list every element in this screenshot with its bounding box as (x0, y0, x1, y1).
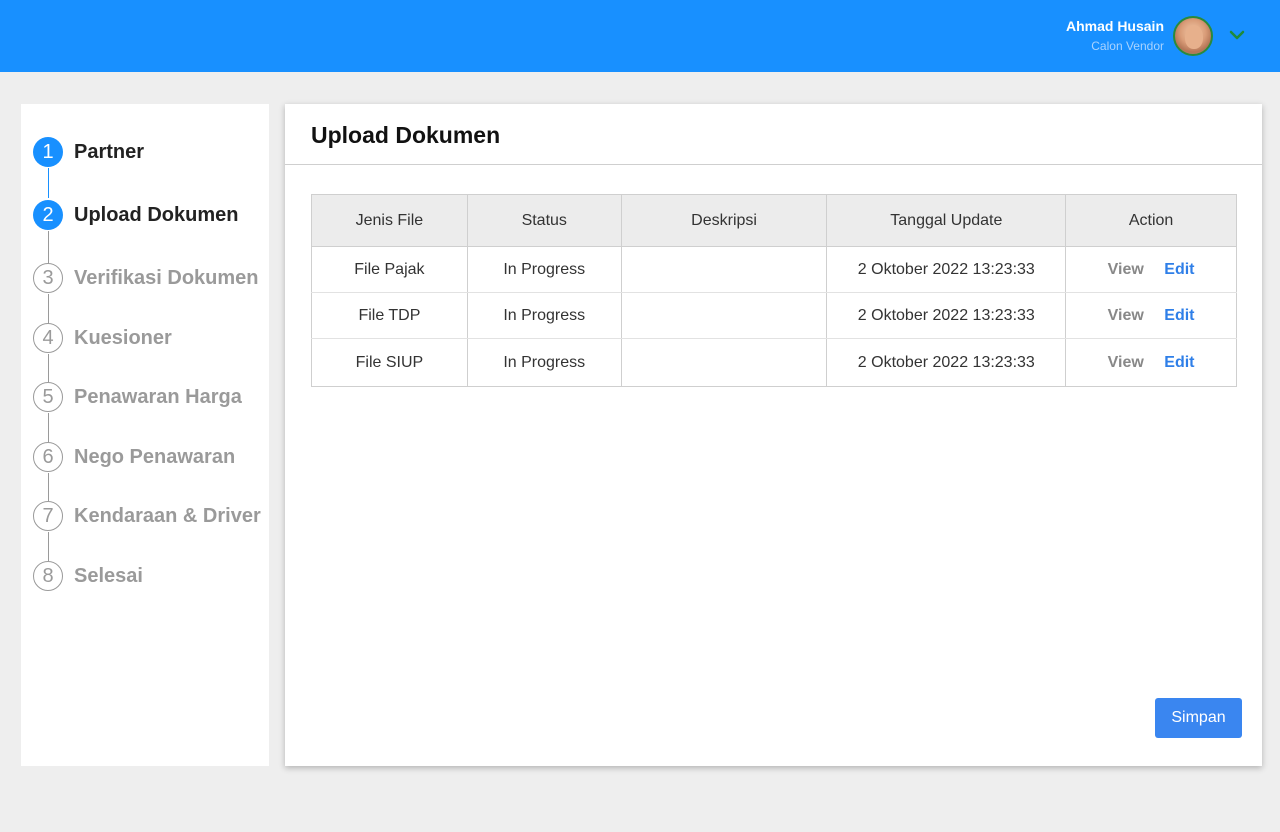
step-label: Upload Dokumen (74, 203, 239, 226)
step-label: Partner (74, 140, 145, 163)
page-title: Upload Dokumen (311, 122, 501, 148)
step-kuesioner[interactable]: 4 Kuesioner (33, 323, 172, 353)
step-kendaraan-driver[interactable]: 7 Kendaraan & Driver (33, 501, 261, 531)
table-header-row: Jenis File Status Deskripsi Tanggal Upda… (311, 194, 1237, 247)
view-link[interactable]: View (1108, 261, 1144, 278)
cell-jenis-file: File TDP (311, 292, 468, 339)
edit-link[interactable]: Edit (1164, 261, 1194, 278)
cell-status: In Progress (466, 246, 622, 293)
avatar[interactable] (1173, 16, 1213, 56)
cell-action: View Edit (1065, 292, 1237, 339)
header-action: Action (1065, 194, 1237, 247)
document-table: Jenis File Status Deskripsi Tanggal Upda… (311, 194, 1237, 387)
step-upload-dokumen[interactable]: 2 Upload Dokumen (33, 200, 238, 230)
stepper-sidebar: 1 Partner 2 Upload Dokumen 3 Verifikasi … (21, 104, 269, 766)
header-tanggal-update: Tanggal Update (826, 194, 1067, 247)
divider (285, 164, 1262, 165)
step-connector (48, 168, 49, 198)
upload-panel: Upload Dokumen Jenis File Status Deskrip… (285, 104, 1262, 766)
step-number: 3 (33, 263, 63, 293)
save-button[interactable]: Simpan (1155, 698, 1242, 738)
cell-action: View Edit (1065, 338, 1237, 387)
header-jenis-file: Jenis File (311, 194, 468, 247)
cell-tanggal-update: 2 Oktober 2022 13:23:33 (826, 246, 1067, 293)
step-selesai[interactable]: 8 Selesai (33, 561, 143, 591)
step-number: 7 (33, 501, 63, 531)
step-label: Selesai (74, 564, 143, 587)
table-row: File TDP In Progress 2 Oktober 2022 13:2… (311, 292, 1237, 339)
step-label: Kuesioner (74, 326, 172, 349)
step-label: Nego Penawaran (74, 445, 236, 468)
user-name: Ahmad Husain (1065, 18, 1164, 34)
cell-jenis-file: File SIUP (311, 338, 468, 387)
step-partner[interactable]: 1 Partner (33, 137, 144, 167)
step-connector (48, 231, 49, 264)
cell-tanggal-update: 2 Oktober 2022 13:23:33 (826, 292, 1067, 339)
step-label: Penawaran Harga (74, 385, 242, 408)
step-number: 4 (33, 323, 63, 353)
step-number: 6 (33, 442, 63, 472)
cell-jenis-file: File Pajak (311, 246, 468, 293)
step-connector (48, 413, 49, 442)
cell-tanggal-update: 2 Oktober 2022 13:23:33 (826, 338, 1067, 387)
chevron-down-icon[interactable] (1228, 28, 1246, 42)
edit-link[interactable]: Edit (1164, 307, 1194, 324)
header-deskripsi: Deskripsi (620, 194, 828, 247)
cell-status: In Progress (466, 338, 622, 387)
step-connector (48, 532, 49, 561)
cell-deskripsi (620, 246, 828, 293)
table-row: File Pajak In Progress 2 Oktober 2022 13… (311, 246, 1237, 293)
cell-action: View Edit (1065, 246, 1237, 293)
header-status: Status (466, 194, 622, 247)
step-penawaran-harga[interactable]: 5 Penawaran Harga (33, 382, 242, 412)
view-link[interactable]: View (1108, 307, 1144, 324)
step-label: Verifikasi Dokumen (74, 266, 259, 289)
table-row: File SIUP In Progress 2 Oktober 2022 13:… (311, 338, 1237, 387)
step-nego-penawaran[interactable]: 6 Nego Penawaran (33, 442, 235, 472)
step-number: 8 (33, 561, 63, 591)
cell-deskripsi (620, 338, 828, 387)
step-number: 1 (33, 137, 63, 167)
step-label: Kendaraan & Driver (74, 504, 261, 527)
step-connector (48, 473, 49, 501)
step-number: 5 (33, 382, 63, 412)
cell-deskripsi (620, 292, 828, 339)
step-verifikasi-dokumen[interactable]: 3 Verifikasi Dokumen (33, 263, 259, 293)
top-bar: Ahmad Husain Calon Vendor (0, 0, 1280, 72)
edit-link[interactable]: Edit (1164, 354, 1194, 371)
step-number: 2 (33, 200, 63, 230)
cell-status: In Progress (466, 292, 622, 339)
step-connector (48, 354, 49, 382)
step-connector (48, 294, 49, 324)
user-role: Calon Vendor (1091, 39, 1164, 53)
view-link[interactable]: View (1108, 354, 1144, 371)
user-info[interactable]: Ahmad Husain Calon Vendor (1066, 18, 1164, 54)
